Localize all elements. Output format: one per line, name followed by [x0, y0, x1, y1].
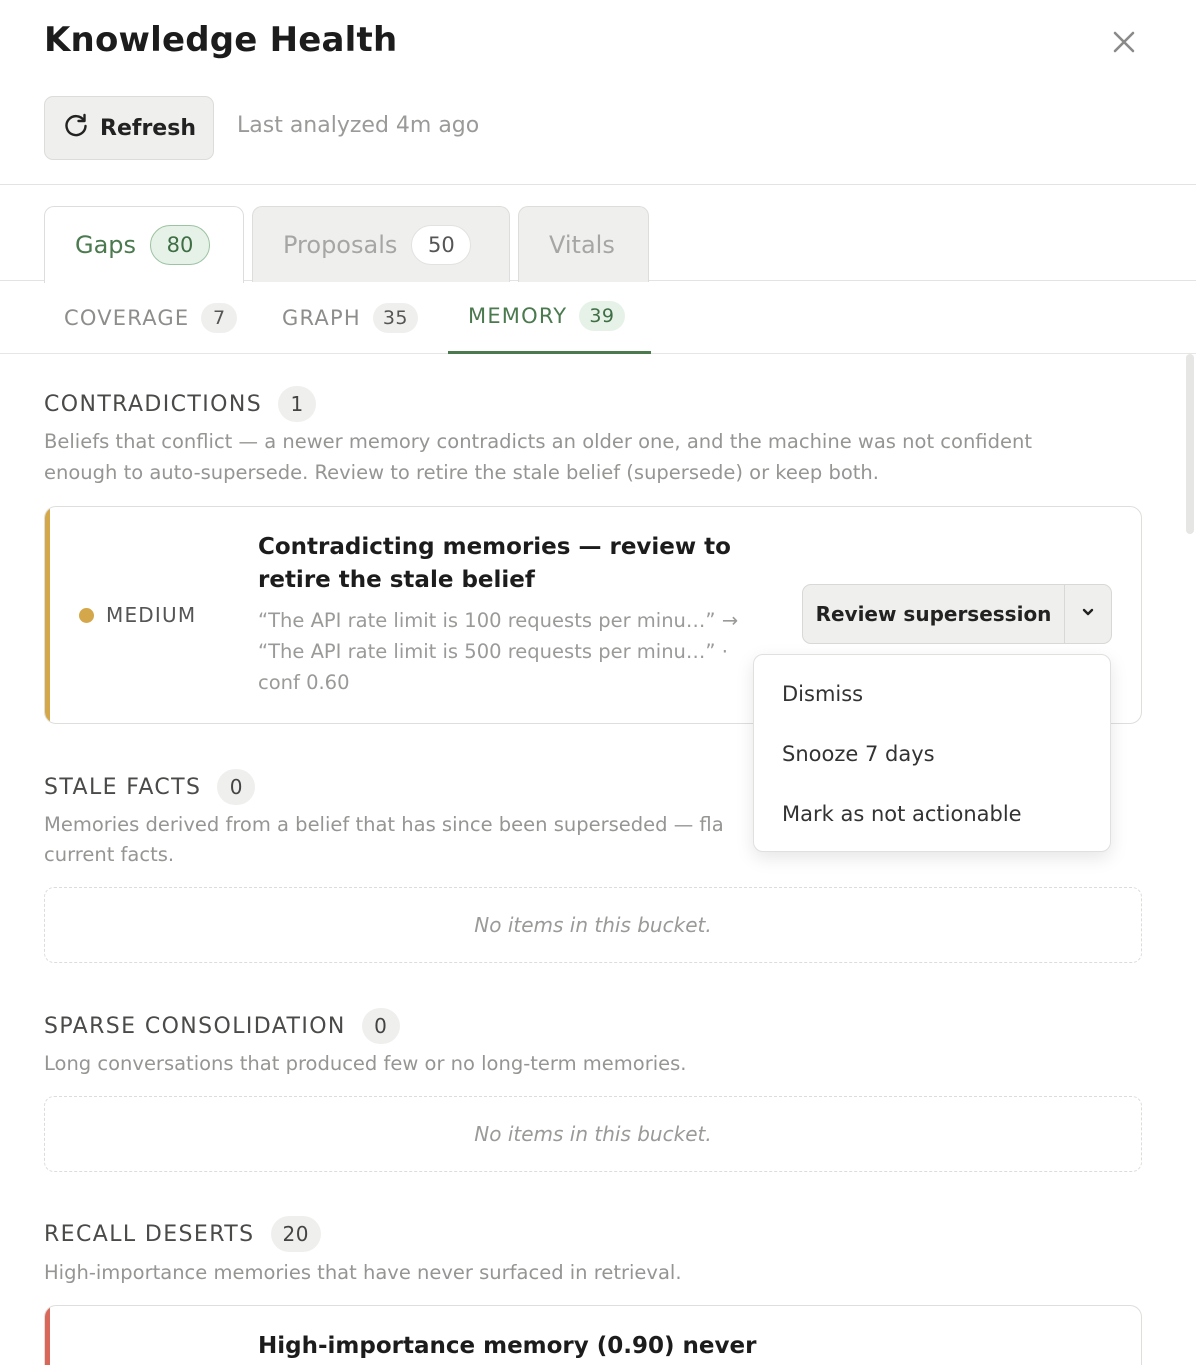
subtab-memory[interactable]: MEMORY 39: [448, 281, 651, 354]
menu-item-not-actionable[interactable]: Mark as not actionable: [754, 784, 1110, 844]
empty-bucket-message: No items in this bucket.: [44, 887, 1142, 963]
close-icon[interactable]: [1106, 24, 1142, 60]
card-detail: “The API rate limit is 100 requests per …: [258, 609, 739, 694]
main-tabs: Gaps 80 Proposals 50 Vitals: [0, 185, 1196, 283]
refresh-button[interactable]: Refresh: [44, 96, 214, 160]
tab-proposals[interactable]: Proposals 50: [252, 206, 510, 282]
section-title-recall-deserts: RECALL DESERTS 20: [44, 1216, 321, 1252]
section-description: Memories derived from a belief that has …: [44, 813, 724, 836]
section-count-badge: 0: [217, 769, 256, 805]
chevron-down-icon: [1080, 604, 1096, 624]
section-title-text: STALE FACTS: [44, 774, 202, 800]
subtab-label: GRAPH: [282, 305, 361, 330]
review-supersession-split-button: Review supersession: [802, 584, 1112, 644]
section-title-text: RECALL DESERTS: [44, 1221, 255, 1247]
subtab-count-badge: 39: [579, 301, 625, 331]
card-title: High-importance memory (0.90) never: [258, 1333, 757, 1359]
section-description: High-importance memories that have never…: [44, 1261, 682, 1284]
tab-label: Proposals: [283, 230, 398, 259]
refresh-icon: [62, 111, 90, 145]
action-menu-toggle[interactable]: [1065, 585, 1111, 643]
tab-count-badge: 50: [411, 224, 472, 265]
card-title: Contradicting memories — review to retir…: [258, 534, 731, 593]
section-title-sparse-consolidation: SPARSE CONSOLIDATION 0: [44, 1008, 400, 1044]
section-title-text: CONTRADICTIONS: [44, 391, 263, 417]
menu-item-snooze[interactable]: Snooze 7 days: [754, 724, 1110, 784]
severity-label: MEDIUM: [79, 603, 196, 627]
gap-card: High-importance memory (0.90) never: [44, 1305, 1142, 1365]
panel-header: Knowledge Health Refresh Last analyzed 4…: [0, 0, 1196, 185]
severity-stripe: [45, 1306, 50, 1365]
refresh-label: Refresh: [100, 115, 196, 141]
action-dropdown-menu: Dismiss Snooze 7 days Mark as not action…: [753, 654, 1111, 852]
section-count-badge: 1: [278, 386, 317, 422]
subtab-count-badge: 35: [372, 302, 419, 333]
subtab-label: MEMORY: [468, 304, 568, 328]
subtab-coverage[interactable]: COVERAGE 7: [64, 281, 238, 354]
section-title-contradictions: CONTRADICTIONS 1: [44, 386, 317, 422]
section-title-text: SPARSE CONSOLIDATION: [44, 1013, 346, 1039]
page-title: Knowledge Health: [44, 20, 398, 60]
menu-item-dismiss[interactable]: Dismiss: [754, 664, 1110, 724]
severity-dot-icon: [79, 607, 94, 623]
section-description: Long conversations that produced few or …: [44, 1052, 687, 1075]
tab-gaps[interactable]: Gaps 80: [44, 206, 244, 283]
subtab-graph[interactable]: GRAPH 35: [282, 281, 419, 354]
severity-stripe: [45, 507, 50, 723]
severity-text: MEDIUM: [106, 603, 197, 627]
tab-count-badge: 80: [150, 225, 211, 265]
section-description: Beliefs that conflict — a newer memory c…: [44, 430, 1032, 484]
tab-label: Vitals: [549, 230, 615, 259]
sub-tabs: COVERAGE 7 GRAPH 35 MEMORY 39: [0, 281, 1196, 354]
scrollbar-thumb[interactable]: [1186, 354, 1194, 534]
section-count-badge: 0: [361, 1008, 400, 1044]
empty-bucket-message: No items in this bucket.: [44, 1096, 1142, 1172]
subtab-label: COVERAGE: [64, 305, 190, 330]
last-analyzed-text: Last analyzed 4m ago: [237, 113, 480, 138]
tab-label: Gaps: [75, 231, 137, 259]
section-title-stale-facts: STALE FACTS 0: [44, 769, 256, 805]
tab-vitals[interactable]: Vitals: [518, 206, 649, 282]
section-count-badge: 20: [270, 1216, 321, 1252]
subtab-count-badge: 7: [201, 302, 238, 333]
review-supersession-button[interactable]: Review supersession: [803, 585, 1065, 643]
